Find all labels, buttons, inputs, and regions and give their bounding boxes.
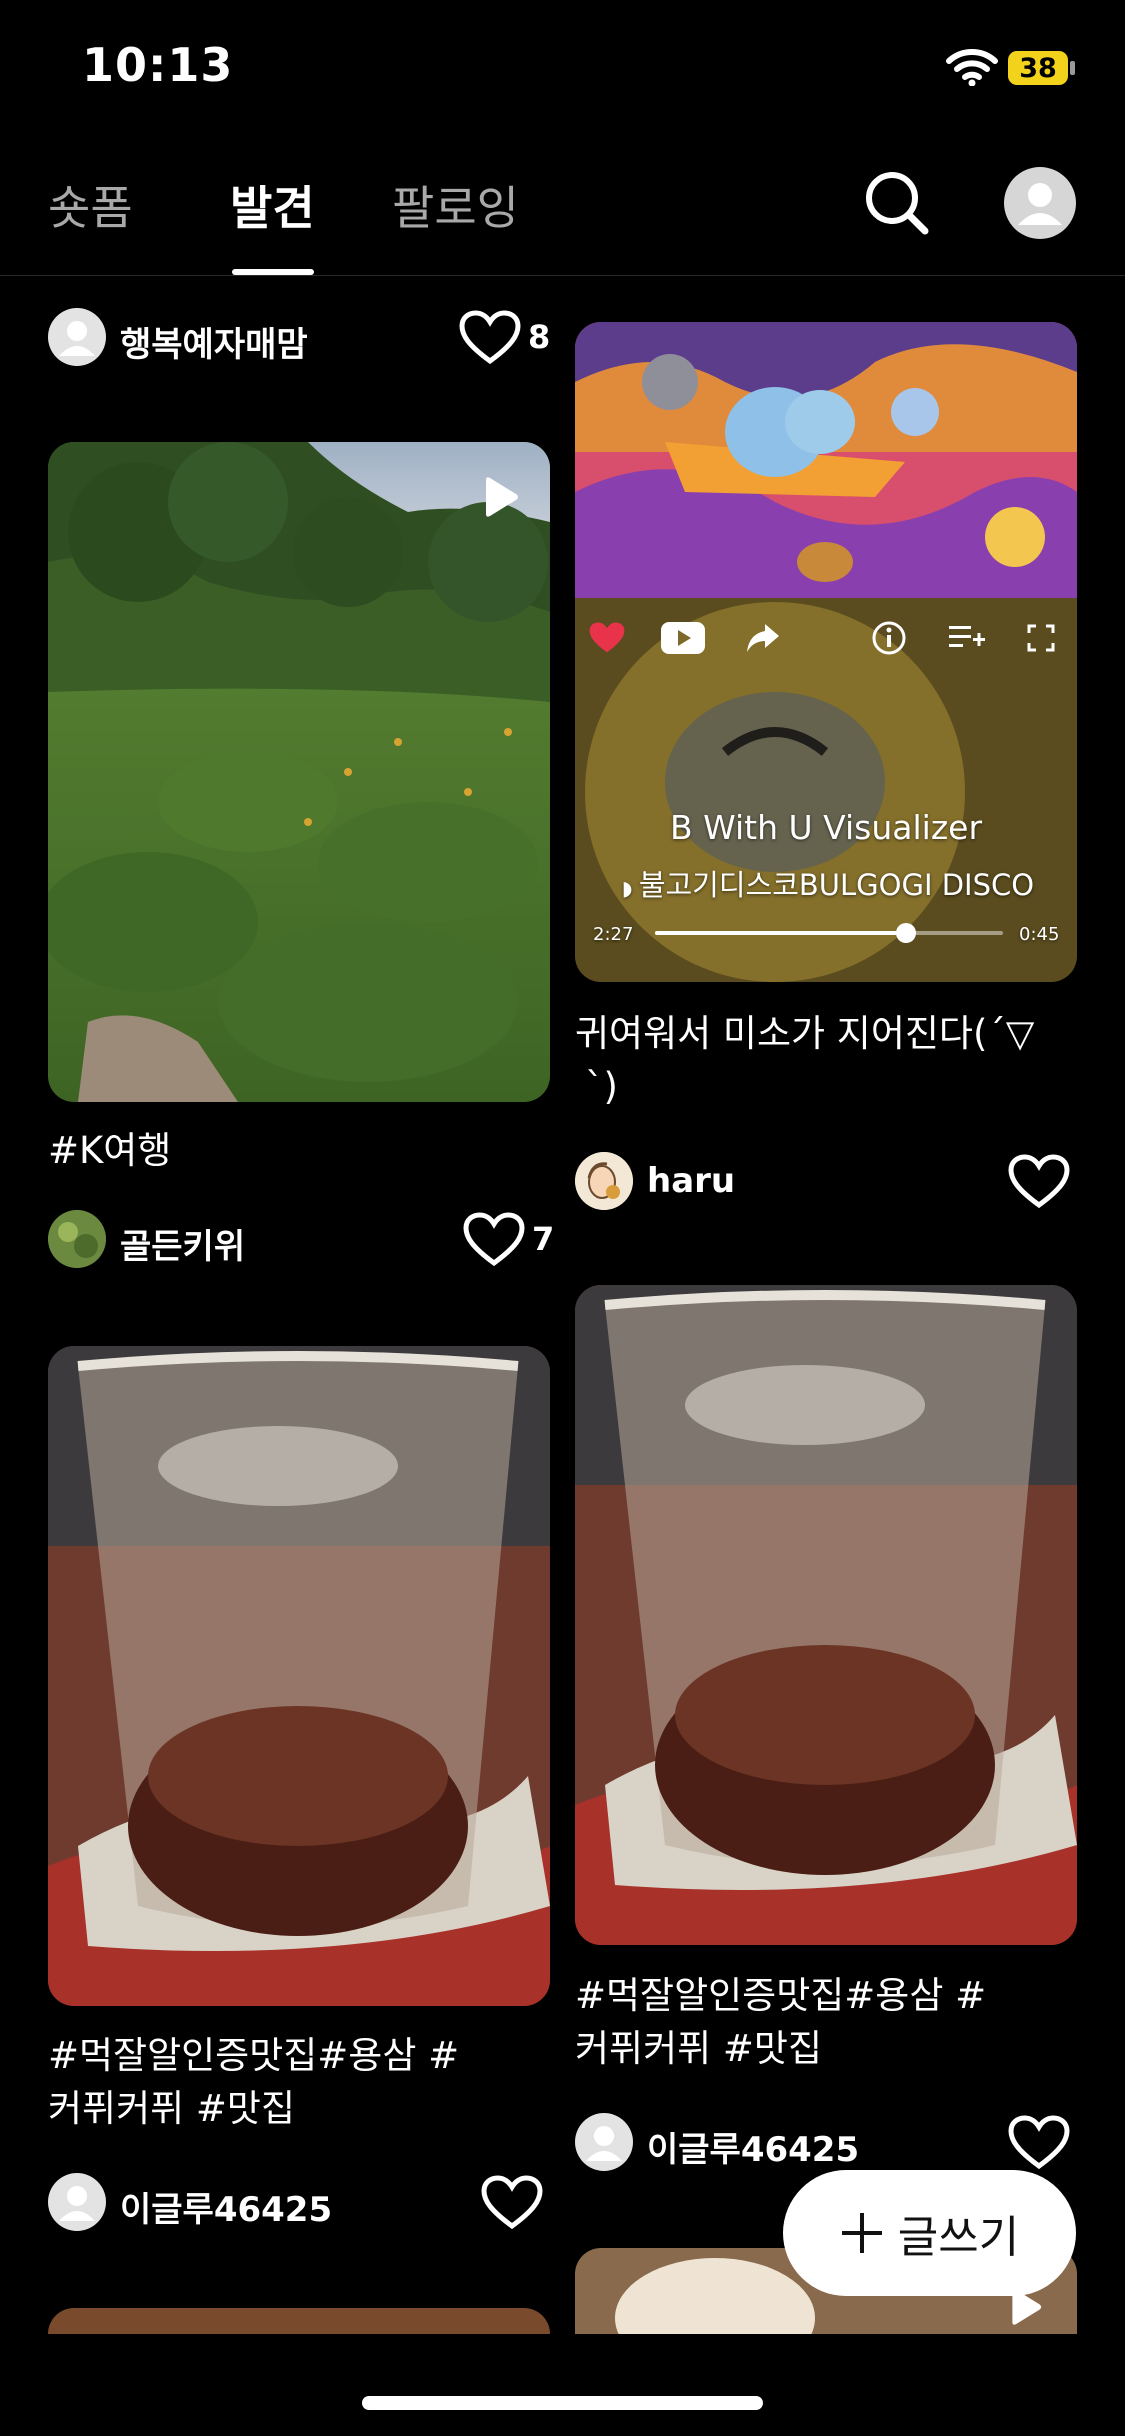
heart-icon[interactable] [458, 309, 522, 367]
battery-icon: 38 [1008, 51, 1068, 85]
plus-icon [841, 2213, 882, 2253]
write-post-label: 글쓰기 [897, 2212, 1020, 2263]
person-icon [59, 321, 95, 356]
heart-icon[interactable] [480, 2174, 544, 2232]
time-elapsed: 2:27 [593, 924, 634, 945]
avatar[interactable] [48, 308, 106, 366]
username[interactable]: 골든키위 [120, 1219, 245, 1268]
cast-icon: ◗ [621, 876, 639, 900]
progress-knob[interactable] [895, 923, 916, 943]
battery-nub [1070, 61, 1075, 75]
share-icon[interactable] [745, 622, 781, 654]
username[interactable]: 행복예자매맘 [120, 317, 308, 366]
person-icon [59, 2186, 95, 2221]
avatar-photo [48, 1210, 106, 1268]
tab-shortform[interactable]: 숏폼 [48, 172, 133, 238]
coffee-photo [48, 1346, 550, 2006]
avatar[interactable] [575, 2113, 633, 2171]
info-icon[interactable] [871, 620, 907, 656]
fullscreen-icon[interactable] [1027, 624, 1055, 652]
username[interactable]: haru [647, 1161, 735, 1201]
progress-fill [655, 931, 906, 935]
profile-avatar[interactable] [1004, 167, 1076, 239]
home-indicator[interactable] [362, 2396, 763, 2410]
post-image-landscape[interactable] [48, 442, 550, 1102]
player-title: B With U Visualizer [669, 808, 983, 847]
youtube-icon[interactable] [661, 622, 705, 654]
person-icon [1018, 183, 1062, 225]
post-image-coffee[interactable] [575, 1285, 1077, 1945]
person-icon [586, 2126, 622, 2161]
coffee-photo [575, 1285, 1077, 1945]
post-caption-line1: #먹잘알인증맛집#용삼 # [575, 1974, 987, 2017]
play-icon [486, 477, 518, 517]
status-time: 10:13 [82, 38, 234, 92]
tab-discover[interactable]: 발견 [230, 172, 315, 238]
like-count: 8 [528, 318, 551, 356]
post-caption-line2: 커퓌커퓌 #맛집 [575, 2027, 823, 2070]
post-caption-line1: #먹잘알인증맛집#용삼 # [48, 2034, 460, 2077]
post-caption-line1: 귀여워서 미소가 지어진다(´▽ [575, 1012, 1035, 1055]
username[interactable]: 이글루46425 [120, 2182, 332, 2231]
tab-following[interactable]: 팔로잉 [392, 172, 519, 238]
post-video-player[interactable]: B With U Visualizer ◗ 불고기디스코BULGOGI DISC… [575, 322, 1077, 982]
progress-track[interactable] [655, 923, 1003, 943]
avatar-illustration [575, 1152, 633, 1210]
post-caption-line2: 커퓌커퓌 #맛집 [48, 2087, 296, 2130]
heart-icon[interactable] [1007, 2114, 1071, 2172]
heart-icon[interactable] [1007, 1153, 1071, 1211]
heart-filled-icon[interactable] [587, 620, 627, 656]
battery-level: 38 [1019, 52, 1057, 84]
search-icon[interactable] [862, 168, 932, 238]
avatar[interactable] [48, 1210, 106, 1268]
write-post-button[interactable]: 글쓰기 [783, 2170, 1076, 2296]
add-to-queue-icon[interactable] [949, 622, 985, 654]
avatar[interactable] [575, 1152, 633, 1210]
header-divider [0, 275, 1125, 276]
avatar[interactable] [48, 2173, 106, 2231]
wifi-icon [946, 49, 998, 86]
post-caption-line2: `) [585, 1065, 618, 1108]
time-remaining: 0:45 [1019, 924, 1060, 945]
player-channel-name: 불고기디스코BULGOGI DISCO [638, 868, 1035, 902]
post-image-coffee[interactable] [48, 1346, 550, 2006]
like-count: 7 [532, 1220, 555, 1258]
landscape-photo [48, 442, 550, 1102]
username[interactable]: 이글루46425 [647, 2122, 859, 2171]
player-channel: ◗ 불고기디스코BULGOGI DISCO [593, 862, 1063, 904]
next-post-image-peek[interactable] [48, 2308, 550, 2334]
heart-icon[interactable] [462, 1211, 526, 1269]
post-caption: #K여행 [48, 1129, 172, 1172]
